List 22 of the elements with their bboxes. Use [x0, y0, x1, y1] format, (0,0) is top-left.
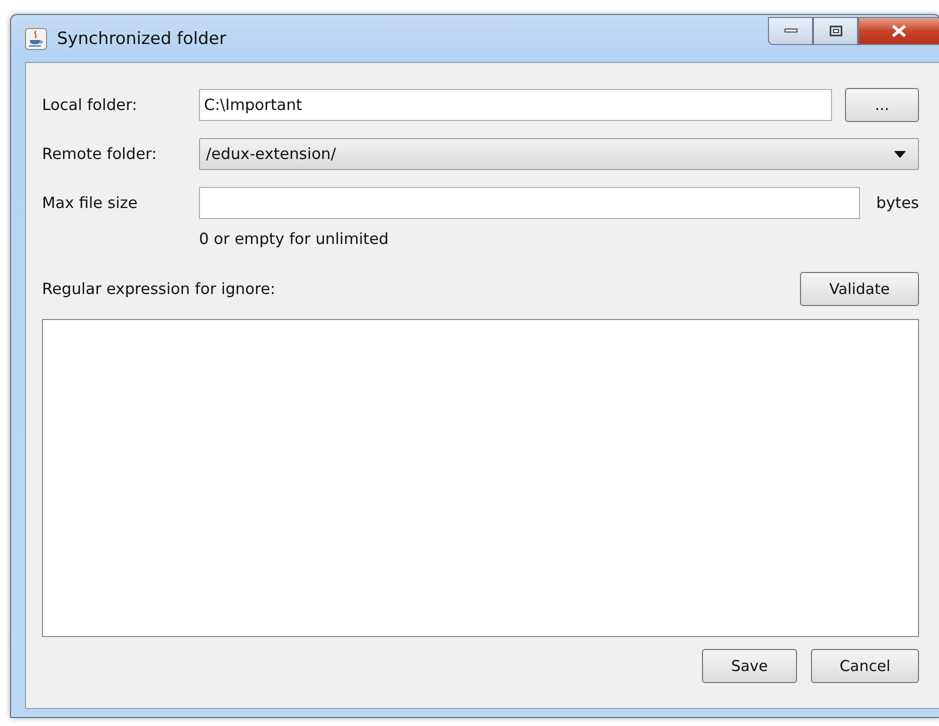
validate-button[interactable]: Validate	[800, 272, 919, 306]
maximize-button[interactable]	[813, 17, 858, 45]
field-label: Remote folder:	[42, 145, 158, 163]
remote-folder-dropdown[interactable]: /edux-extension/	[199, 138, 919, 170]
maximize-icon	[828, 25, 842, 37]
field-label: Regular expression for ignore:	[42, 280, 276, 298]
hint-text: 0 or empty for unlimited	[199, 230, 389, 248]
save-button[interactable]: Save	[702, 649, 797, 683]
browse-button[interactable]: ...	[845, 88, 919, 122]
coffee-cup-icon	[25, 28, 47, 50]
unit-label: bytes	[876, 194, 919, 212]
field-label: Max file size	[42, 194, 139, 212]
dropdown-arrow-icon	[894, 150, 906, 158]
minimize-button[interactable]	[768, 17, 813, 45]
local-folder-field[interactable]: C:\Important	[199, 89, 832, 121]
field-label: Local folder:	[42, 96, 138, 114]
close-icon	[891, 24, 907, 38]
minimize-icon	[784, 28, 798, 34]
close-button[interactable]	[858, 17, 939, 45]
cancel-button[interactable]: Cancel	[811, 649, 919, 683]
window-title: Synchronized folder	[57, 28, 226, 48]
max-file-size-field[interactable]	[199, 187, 860, 219]
